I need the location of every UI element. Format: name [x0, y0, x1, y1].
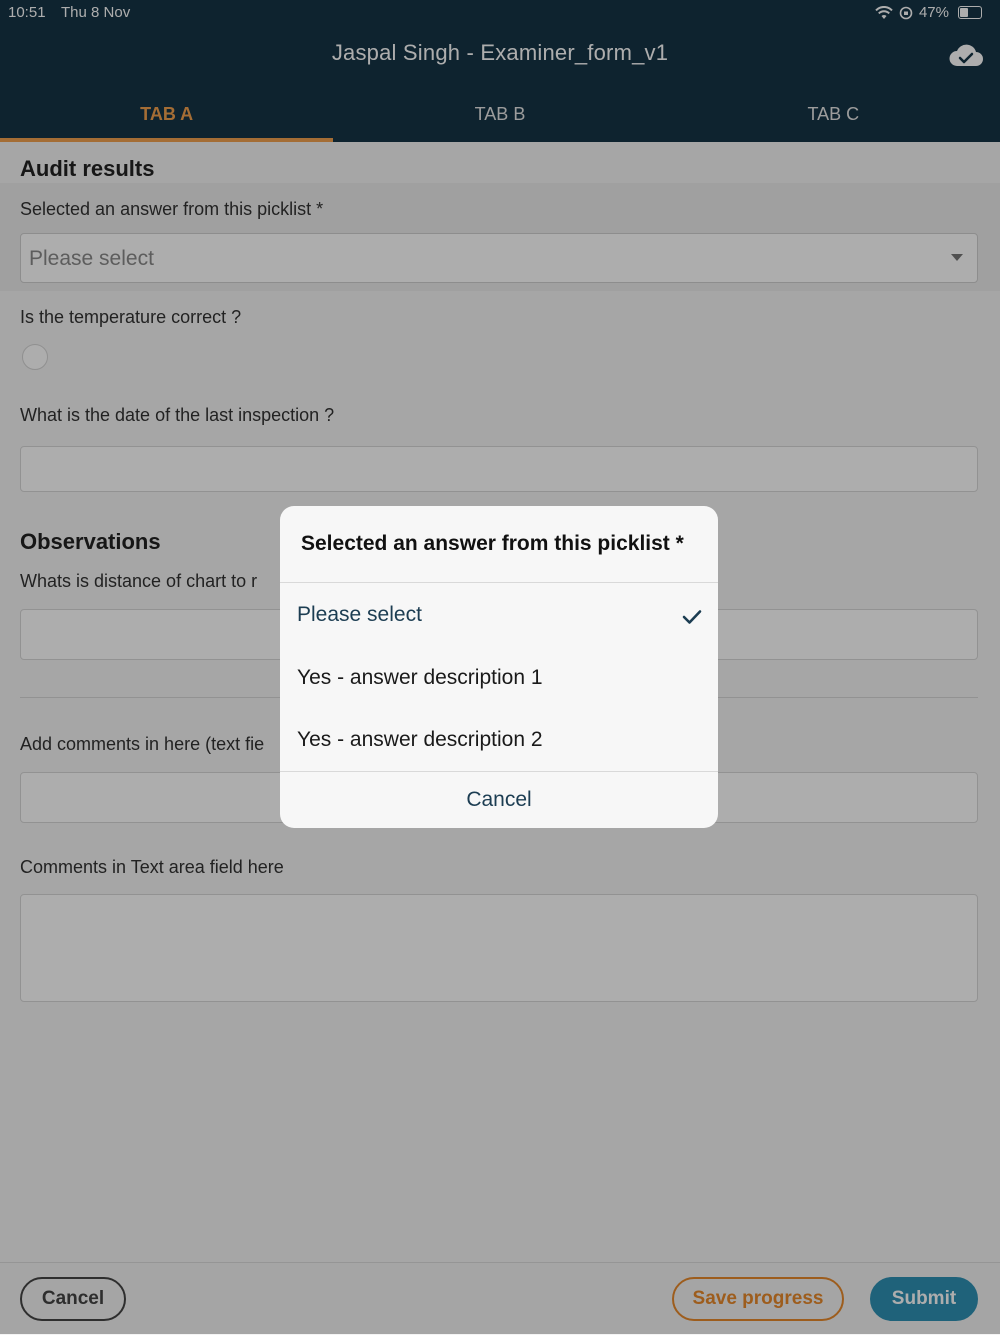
dialog-option-label: Yes - answer description 2 — [297, 728, 543, 751]
dialog-option-answer-2[interactable]: Yes - answer description 2 — [297, 728, 702, 768]
dialog-title: Selected an answer from this picklist * — [280, 506, 718, 583]
dialog-option-please-select[interactable]: Please select — [297, 603, 702, 643]
dialog-option-label: Yes - answer description 1 — [297, 666, 543, 689]
dialog-option-label: Please select — [297, 603, 422, 626]
dialog-cancel-button[interactable]: Cancel — [280, 771, 718, 828]
picklist-dialog: Selected an answer from this picklist * … — [280, 506, 718, 828]
checkmark-icon — [682, 610, 702, 624]
dialog-option-answer-1[interactable]: Yes - answer description 1 — [297, 666, 702, 706]
